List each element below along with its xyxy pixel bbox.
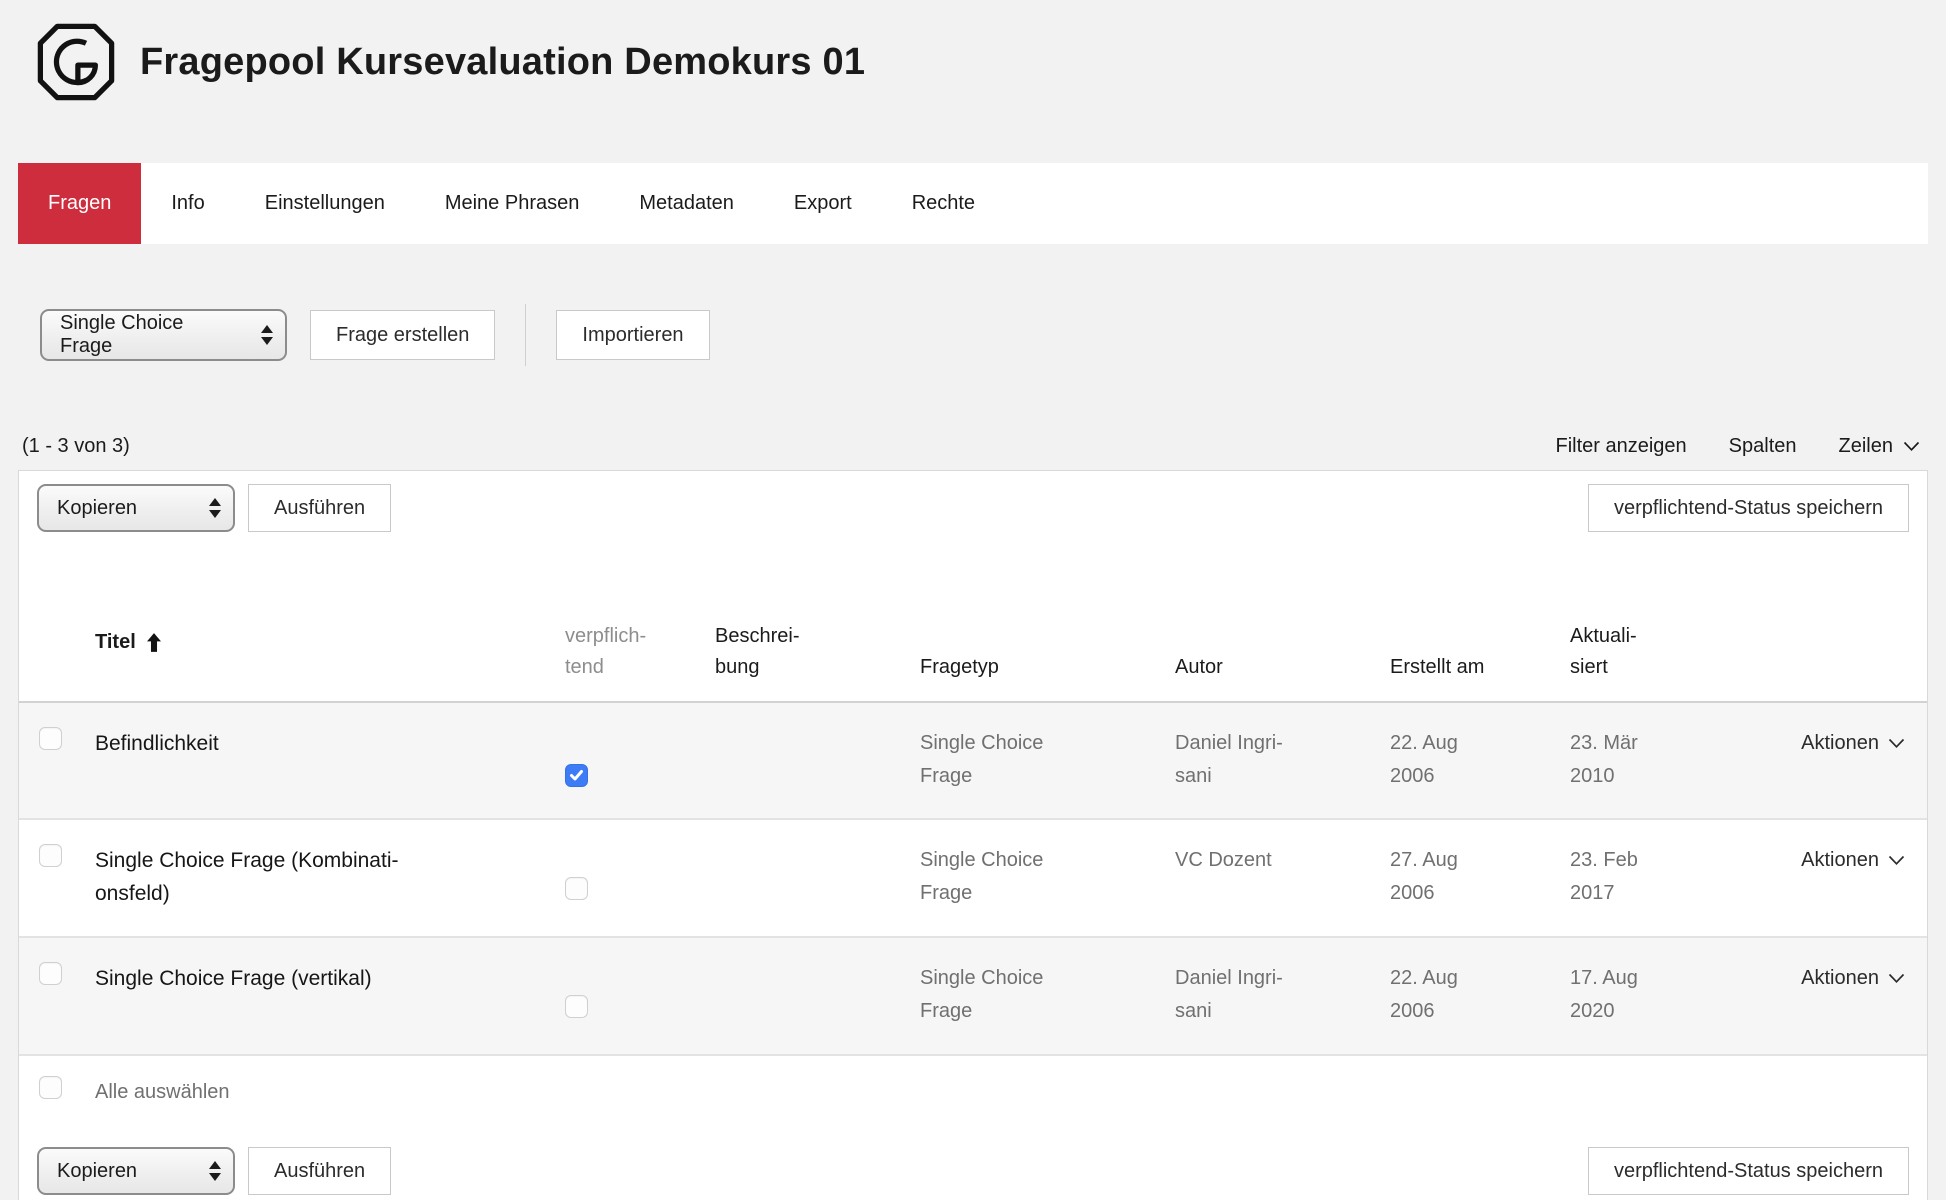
- updown-arrows-icon: [261, 325, 273, 345]
- toolbar-divider: [525, 304, 526, 366]
- select-all-checkbox[interactable]: [39, 1076, 62, 1099]
- mandatory-checkbox[interactable]: [565, 995, 588, 1018]
- column-header-verpflichtend: verpflich- tend: [551, 545, 701, 702]
- question-type: Single Choice Frage: [906, 702, 1161, 819]
- bulk-action-select-value: Kopieren: [57, 497, 137, 520]
- tab-export[interactable]: Export: [764, 163, 882, 244]
- question-table-container: Kopieren Ausführen verpflichtend-Status …: [18, 470, 1928, 1200]
- chevron-down-icon: [1903, 441, 1920, 452]
- question-type-select[interactable]: Single Choice Frage: [40, 309, 287, 361]
- page-title: Fragepool Kursevaluation Demokurs 01: [140, 41, 865, 84]
- question-updated: 23. Feb 2017: [1556, 819, 1756, 937]
- creation-toolbar: Single Choice Frage Frage erstellen Impo…: [18, 304, 1928, 366]
- result-range-top: (1 - 3 von 3): [22, 435, 130, 458]
- column-header-fragetyp[interactable]: Fragetyp: [906, 545, 1161, 702]
- question-created: 27. Aug 2006: [1376, 819, 1556, 937]
- question-type: Single Choice Frage: [906, 819, 1161, 937]
- row-select-checkbox[interactable]: [39, 727, 62, 750]
- row-actions-label: Aktionen: [1801, 962, 1879, 995]
- create-question-button[interactable]: Frage erstellen: [310, 310, 495, 360]
- sort-ascending-icon: [147, 602, 161, 683]
- tab-einstellungen[interactable]: Einstellungen: [235, 163, 415, 244]
- sort-by-title-link[interactable]: Titel: [95, 602, 161, 683]
- table-header-row: Titel verpflich- tend Beschrei- bung Fra…: [19, 545, 1927, 702]
- bulk-actions-top: Kopieren Ausführen verpflichtend-Status …: [19, 471, 1927, 545]
- row-actions-label: Aktionen: [1801, 844, 1879, 877]
- question-author: Daniel Ingri- sani: [1161, 937, 1376, 1055]
- column-header-titel: Titel: [81, 545, 551, 702]
- column-header-aktualisiert[interactable]: Aktuali- siert: [1556, 545, 1756, 702]
- row-select-checkbox[interactable]: [39, 962, 62, 985]
- columns-link[interactable]: Spalten: [1729, 435, 1797, 458]
- tab-fragen[interactable]: Fragen: [18, 163, 141, 244]
- execute-button-bottom[interactable]: Ausführen: [248, 1147, 391, 1195]
- row-select-checkbox[interactable]: [39, 844, 62, 867]
- import-button[interactable]: Importieren: [556, 310, 709, 360]
- mandatory-checkbox[interactable]: [565, 877, 588, 900]
- rows-link[interactable]: Zeilen: [1839, 435, 1920, 458]
- question-created: 22. Aug 2006: [1376, 937, 1556, 1055]
- column-header-titel-label: Titel: [95, 627, 136, 658]
- execute-button-top[interactable]: Ausführen: [248, 484, 391, 532]
- mandatory-checkbox[interactable]: [565, 764, 588, 787]
- table-row: Single Choice Frage (Kombinati- onsfeld)…: [19, 819, 1927, 937]
- view-links: Filter anzeigen Spalten Zeilen: [1555, 435, 1924, 458]
- rows-link-label: Zeilen: [1839, 435, 1893, 458]
- table-row: Befindlichkeit Single Choice Frage Danie…: [19, 702, 1927, 819]
- question-type: Single Choice Frage: [906, 937, 1161, 1055]
- list-meta-row: (1 - 3 von 3) Filter anzeigen Spalten Ze…: [18, 420, 1928, 458]
- bulk-action-select-bottom[interactable]: Kopieren: [37, 1147, 235, 1195]
- column-header-beschreibung[interactable]: Beschrei- bung: [701, 545, 906, 702]
- tab-rechte[interactable]: Rechte: [882, 163, 1005, 244]
- updown-arrows-icon: [209, 1161, 221, 1181]
- column-header-autor[interactable]: Autor: [1161, 545, 1376, 702]
- question-author: VC Dozent: [1161, 819, 1376, 937]
- question-updated: 23. Mär 2010: [1556, 702, 1756, 819]
- header-checkbox-spacer: [19, 545, 81, 702]
- question-description: [701, 702, 906, 819]
- page-header: Fragepool Kursevaluation Demokurs 01: [18, 0, 1928, 102]
- row-actions-dropdown[interactable]: Aktionen: [1801, 727, 1905, 760]
- bulk-action-select-top[interactable]: Kopieren: [37, 484, 235, 532]
- row-actions-dropdown[interactable]: Aktionen: [1801, 844, 1905, 877]
- tab-metadaten[interactable]: Metadaten: [609, 163, 764, 244]
- column-header-erstellt-am[interactable]: Erstellt am: [1376, 545, 1556, 702]
- question-author: Daniel Ingri- sani: [1161, 702, 1376, 819]
- question-type-select-value: Single Choice Frage: [60, 312, 241, 358]
- select-all-label: Alle auswählen: [81, 1055, 1927, 1130]
- tab-bar: Fragen Info Einstellungen Meine Phrasen …: [18, 163, 1928, 244]
- table-row: Single Choice Frage (vertikal) Single Ch…: [19, 937, 1927, 1055]
- save-mandatory-status-button-top[interactable]: verpflichtend-Status speichern: [1588, 484, 1909, 532]
- show-filter-link[interactable]: Filter anzeigen: [1555, 435, 1686, 458]
- question-table: Titel verpflich- tend Beschrei- bung Fra…: [19, 545, 1927, 1130]
- tab-info[interactable]: Info: [141, 163, 234, 244]
- tab-meine-phrasen[interactable]: Meine Phrasen: [415, 163, 610, 244]
- bulk-action-select-value: Kopieren: [57, 1160, 137, 1183]
- question-description: [701, 819, 906, 937]
- question-title[interactable]: Single Choice Frage (Kombinati- onsfeld): [81, 819, 551, 937]
- question-updated: 17. Aug 2020: [1556, 937, 1756, 1055]
- row-actions-label: Aktionen: [1801, 727, 1879, 760]
- question-title[interactable]: Single Choice Frage (vertikal): [81, 937, 551, 1055]
- survey-question-pool-icon: [36, 22, 116, 102]
- bulk-actions-bottom: Kopieren Ausführen verpflichtend-Status …: [19, 1130, 1927, 1200]
- chevron-down-icon: [1888, 738, 1905, 749]
- chevron-down-icon: [1888, 973, 1905, 984]
- select-all-row: Alle auswählen: [19, 1055, 1927, 1130]
- save-mandatory-status-button-bottom[interactable]: verpflichtend-Status speichern: [1588, 1147, 1909, 1195]
- question-description: [701, 937, 906, 1055]
- updown-arrows-icon: [209, 498, 221, 518]
- row-actions-dropdown[interactable]: Aktionen: [1801, 962, 1905, 995]
- question-title[interactable]: Befindlichkeit: [81, 702, 551, 819]
- column-header-actions-spacer: [1756, 545, 1927, 702]
- question-created: 22. Aug 2006: [1376, 702, 1556, 819]
- chevron-down-icon: [1888, 855, 1905, 866]
- page: Fragepool Kursevaluation Demokurs 01 Fra…: [0, 0, 1946, 1200]
